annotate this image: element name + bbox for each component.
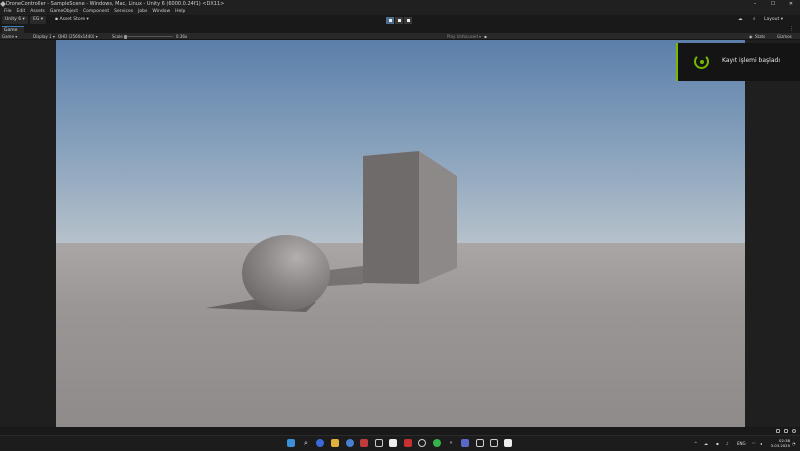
tab-strip: Game ⋮ xyxy=(0,25,800,33)
window-title: DroneController - SampleScene - Windows,… xyxy=(6,1,225,7)
menu-jobs[interactable]: Jobs xyxy=(136,8,150,15)
stats-button[interactable]: Stats xyxy=(755,33,765,40)
resolution-dropdown[interactable]: QHD (2560x1440) ▾ xyxy=(58,33,98,40)
menu-window[interactable]: Window xyxy=(150,8,173,15)
console-icon[interactable] xyxy=(776,429,780,433)
app-icon[interactable] xyxy=(476,439,484,447)
game-view-toolbar: Game ▾ Display 1 ▾ QHD (2560x1440) ▾ Sca… xyxy=(0,33,800,40)
pause-icon xyxy=(397,18,401,22)
main-toolbar: Unity 6 ▾ EG ▾ ▪ Asset Store ▾ ☁ ⌕ Layou… xyxy=(0,15,800,25)
windows-start-icon[interactable] xyxy=(287,439,295,447)
tray-chevron-icon[interactable]: ^ xyxy=(694,436,697,451)
maximize-button[interactable]: ☐ xyxy=(764,0,782,8)
view-mode-dropdown[interactable]: Game ▾ xyxy=(2,33,17,40)
store-icon[interactable] xyxy=(360,439,368,447)
visibility-icon[interactable]: ◉ xyxy=(749,33,753,40)
scale-slider-handle[interactable] xyxy=(124,34,127,39)
progress-icon[interactable] xyxy=(784,429,788,433)
tab-game[interactable]: Game xyxy=(2,26,24,33)
resolution-label: QHD (2560x1440) xyxy=(58,34,95,39)
layout-label: Layout xyxy=(764,17,780,22)
asset-store-button[interactable]: ▪ Asset Store ▾ xyxy=(52,16,92,24)
youtube-icon[interactable] xyxy=(404,439,412,447)
app-icon[interactable] xyxy=(375,439,383,447)
pause-button[interactable] xyxy=(395,16,404,24)
scale-label: Scale xyxy=(112,34,123,39)
file-explorer-icon[interactable] xyxy=(331,439,339,447)
sphere xyxy=(242,235,330,311)
asset-store-label: Asset Store xyxy=(59,17,86,22)
teams-icon[interactable] xyxy=(461,439,469,447)
display-label: Display 1 xyxy=(33,34,52,39)
menu-file[interactable]: File xyxy=(2,8,15,15)
network-icon[interactable]: ◠ xyxy=(752,436,756,451)
unity-icon[interactable] xyxy=(389,439,397,447)
play-icon xyxy=(388,18,392,22)
step-icon xyxy=(406,18,410,22)
playmode-controls xyxy=(386,16,413,24)
mute-audio-icon[interactable]: ▪ xyxy=(484,33,487,40)
play-button[interactable] xyxy=(386,16,395,24)
settings-icon[interactable] xyxy=(792,429,796,433)
capcut-icon[interactable] xyxy=(504,439,512,447)
gizmos-button[interactable]: Gizmos xyxy=(777,33,792,40)
user-initials: EG xyxy=(33,17,40,22)
game-view-area xyxy=(0,40,800,427)
scale-slider[interactable] xyxy=(125,36,173,37)
menu-services[interactable]: Services xyxy=(112,8,136,15)
game-viewport[interactable] xyxy=(56,40,745,427)
scene-render xyxy=(56,40,745,427)
menu-assets[interactable]: Assets xyxy=(28,8,48,15)
recording-notification: Kayıt işlemi başladı xyxy=(676,43,800,81)
layout-dropdown[interactable]: Layout ▾ xyxy=(761,16,786,24)
menu-component[interactable]: Component xyxy=(81,8,112,15)
status-bar xyxy=(0,427,800,435)
window-controls: – ☐ ✕ xyxy=(746,0,800,8)
whatsapp-icon[interactable] xyxy=(433,439,441,447)
play-focus-dropdown[interactable]: Play Unfocused ▾ xyxy=(447,33,481,40)
language-indicator[interactable]: ENG xyxy=(737,436,746,451)
display-dropdown[interactable]: Display 1 ▾ xyxy=(33,33,55,40)
menu-gameobject[interactable]: GameObject xyxy=(48,8,81,15)
clock[interactable]: 02:38 3.03.2025 xyxy=(770,438,790,448)
step-button[interactable] xyxy=(404,16,413,24)
unity-account-label: Unity 6 xyxy=(5,17,22,22)
unity-logo-icon xyxy=(0,1,6,7)
play-mode-label: Play Unfocused xyxy=(447,34,478,39)
settings-icon[interactable] xyxy=(418,439,426,447)
chrome-icon[interactable] xyxy=(346,439,354,447)
menu-edit[interactable]: Edit xyxy=(15,8,29,15)
menu-bar: File Edit Assets GameObject Component Se… xyxy=(0,8,800,15)
cart-icon: ▪ xyxy=(55,17,59,22)
taskbar: ⌕ « ^ ☁ ▪ ♪ ENG ◠ ◂ 02:38 3.03.2025 ◔ xyxy=(0,435,800,450)
view-mode-label: Game xyxy=(2,34,14,39)
onedrive-icon[interactable]: ☁ xyxy=(704,436,708,451)
app-icon[interactable] xyxy=(490,439,498,447)
account-button[interactable]: Unity 6 ▾ xyxy=(2,16,28,24)
search-icon[interactable]: ⌕ xyxy=(750,16,759,24)
notification-message: Kayıt işlemi başladı xyxy=(722,57,780,64)
clock-date: 3.03.2025 xyxy=(770,443,790,448)
volume-icon[interactable]: ◂ xyxy=(760,436,762,451)
scale-value: 0.36x xyxy=(176,34,188,39)
microphone-icon[interactable]: ♪ xyxy=(726,436,729,451)
more-options-icon[interactable]: ⋮ xyxy=(789,26,794,32)
minimize-button[interactable]: – xyxy=(746,0,764,8)
copilot-icon[interactable] xyxy=(316,439,324,447)
search-icon[interactable]: ⌕ xyxy=(302,439,310,447)
notification-icon[interactable]: ◔ xyxy=(792,436,796,451)
cloud-icon[interactable]: ☁ xyxy=(735,16,746,24)
app-icon[interactable]: « xyxy=(447,439,455,447)
recording-dot-icon xyxy=(700,60,704,64)
title-bar: DroneController - SampleScene - Windows,… xyxy=(0,0,800,8)
menu-help[interactable]: Help xyxy=(173,8,188,15)
app-tray-icon[interactable]: ▪ xyxy=(716,436,719,451)
user-button[interactable]: EG ▾ xyxy=(30,16,47,24)
close-button[interactable]: ✕ xyxy=(782,0,800,8)
cube-front-face xyxy=(363,151,419,284)
